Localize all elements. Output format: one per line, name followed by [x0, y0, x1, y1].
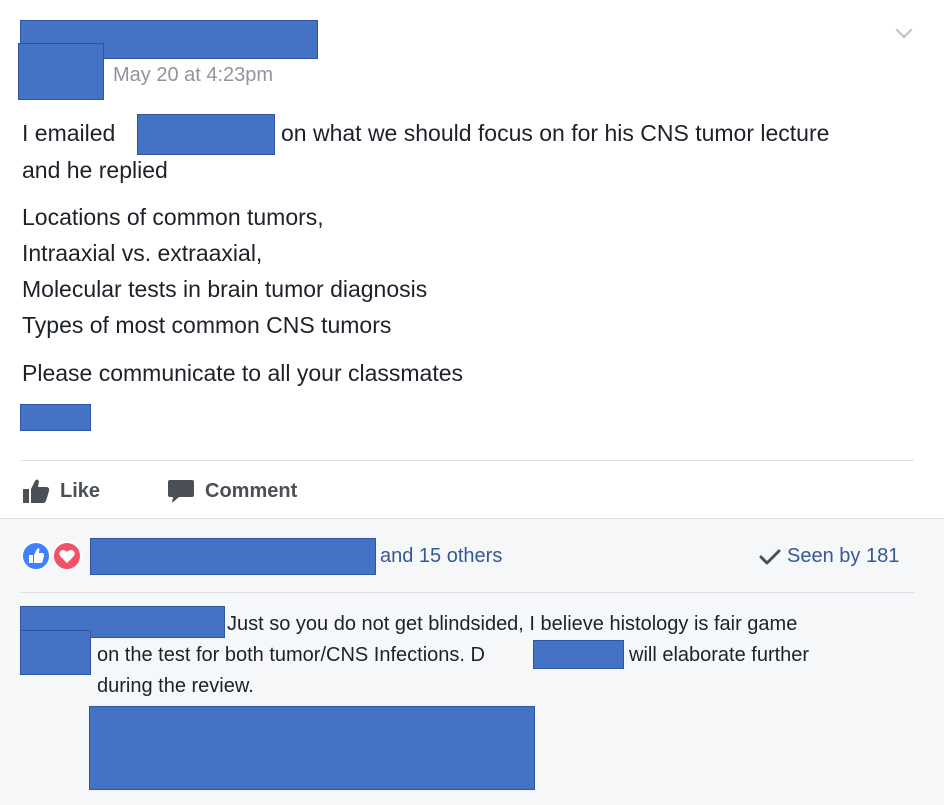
comment-bubble-icon [168, 480, 194, 503]
comment-button[interactable]: Comment [167, 478, 297, 504]
post-timestamp[interactable]: May 20 at 4:23pm [113, 64, 273, 87]
others-reactions-link[interactable]: and 15 others [380, 545, 502, 568]
checkmark-icon [759, 549, 781, 564]
redacted-signature [20, 404, 91, 431]
redacted-commenter-avatar[interactable] [20, 630, 91, 675]
topic-list-item: Intraaxial vs. extraaxial, [22, 240, 263, 266]
like-label: Like [60, 479, 101, 502]
redacted-author-avatar[interactable] [18, 43, 104, 100]
like-reaction-icon[interactable] [21, 541, 51, 571]
redacted-comment-actions[interactable] [89, 706, 535, 790]
topic-list-item: Locations of common tumors, [22, 204, 324, 230]
comment-line-2-end: will elaborate further [629, 644, 810, 666]
seen-by-count: Seen by 181 [787, 545, 900, 567]
seen-by-indicator[interactable]: Seen by 181 [759, 545, 899, 568]
love-reaction-icon[interactable] [52, 541, 82, 571]
actions-divider [20, 460, 914, 461]
post-closing-line: Please communicate to all your classmate… [22, 360, 464, 386]
redacted-professor-name [137, 114, 275, 155]
topic-list-item: Types of most common CNS tumors [22, 312, 392, 338]
comment-line-2-start: on the test for both tumor/CNS Infection… [97, 644, 485, 666]
thumbs-up-icon [23, 479, 50, 503]
redacted-instructor-name [533, 640, 624, 669]
comment-line-3: during the review. [97, 675, 254, 697]
topic-list-item: Molecular tests in brain tumor diagnosis [22, 276, 428, 302]
post-line-2: and he replied [22, 157, 168, 183]
post-line-1-start: I emailed [22, 120, 116, 146]
comment-label: Comment [205, 479, 298, 502]
comment-line-1: Just so you do not get blindsided, I bel… [227, 613, 798, 635]
post-line-1-end: on what we should focus on for his CNS t… [281, 120, 830, 146]
like-button[interactable]: Like [22, 478, 100, 504]
comments-divider [20, 592, 914, 593]
redacted-reactor-names[interactable] [90, 538, 376, 575]
post-footer: and 15 others Seen by 181 Just so you do… [0, 518, 944, 805]
chevron-down-icon[interactable] [893, 22, 915, 44]
